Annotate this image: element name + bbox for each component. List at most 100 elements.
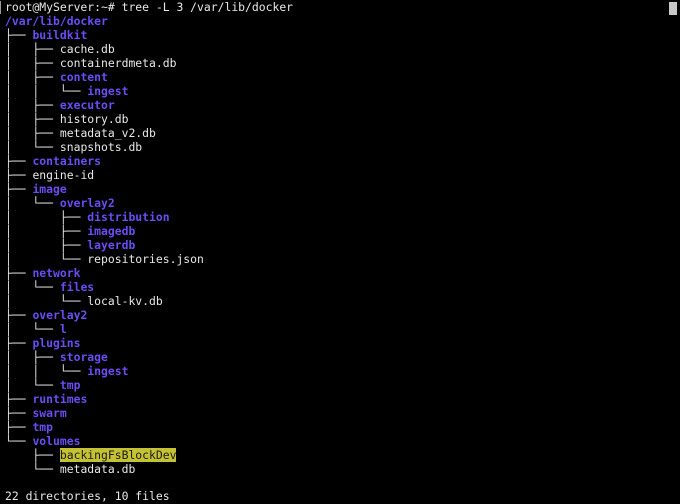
tree-branch: │ ├──: [5, 70, 60, 84]
command-line: root@MyServer:~# tree -L 3 /var/lib/dock…: [5, 0, 293, 14]
tree-branch: │ ├──: [5, 112, 60, 126]
tree-branch: ├──: [5, 28, 33, 42]
tree-line: │ └── snapshots.db: [5, 140, 142, 154]
tree-branch: ├──: [5, 336, 33, 350]
terminal-window[interactable]: root@MyServer:~# tree -L 3 /var/lib/dock…: [0, 0, 680, 504]
tree-line: ├── backingFsBlockDev: [5, 448, 177, 462]
tree-branch: │ └──: [5, 196, 60, 210]
tree-line: │ └── l: [5, 322, 67, 336]
tree-directory: image: [32, 182, 67, 196]
tree-branch: │ └──: [5, 322, 60, 336]
tree-branch: └──: [5, 434, 33, 448]
tree-line: ├── tmp: [5, 420, 53, 434]
tree-branch: ├──: [5, 308, 33, 322]
tree-line: │ ├── storage: [5, 350, 108, 364]
tree-line: ├── buildkit: [5, 28, 87, 42]
tree-line: /var/lib/docker: [5, 14, 108, 28]
tree-line: │ ├── distribution: [5, 210, 170, 224]
tree-line: └── metadata.db: [5, 462, 135, 476]
tree-line: ├── swarm: [5, 406, 67, 420]
tree-directory: /var/lib/docker: [5, 14, 108, 28]
tree-branch: ├──: [5, 266, 33, 280]
tree-line: ├── plugins: [5, 336, 80, 350]
tree-branch: │ ├──: [5, 126, 60, 140]
tree-file: metadata.db: [59, 462, 136, 476]
tree-branch: │ │ └──: [5, 84, 88, 98]
tree-line: │ ├── metadata_v2.db: [5, 126, 156, 140]
tree-branch: ├──: [5, 406, 33, 420]
tree-branch: └──: [5, 462, 60, 476]
tree-directory: ingest: [87, 364, 129, 378]
tree-directory: imagedb: [87, 224, 136, 238]
tree-line: │ ├── history.db: [5, 112, 128, 126]
tree-branch: │ └──: [5, 252, 88, 266]
tree-line: │ └── overlay2: [5, 196, 115, 210]
tree-line: │ └── files: [5, 280, 94, 294]
tree-line: │ ├── executor: [5, 98, 115, 112]
tree-file: cache.db: [59, 42, 115, 56]
tree-line: │ ├── layerdb: [5, 238, 135, 252]
tree-branch: ├──: [5, 182, 33, 196]
tree-line: │ ├── imagedb: [5, 224, 135, 238]
tree-branch: ├──: [5, 392, 33, 406]
tree-line: │ │ └── ingest: [5, 84, 128, 98]
tree-line: ├── containers: [5, 154, 101, 168]
tree-directory: content: [59, 70, 108, 84]
tree-line: ├── engine-id: [5, 168, 94, 182]
tree-directory: buildkit: [32, 28, 88, 42]
tree-branch: │ ├──: [5, 238, 88, 252]
tree-branch: ├──: [5, 448, 60, 462]
tree-directory: containers: [32, 154, 102, 168]
tree-line: │ ├── content: [5, 70, 108, 84]
tree-directory: runtimes: [32, 392, 88, 406]
tree-line: │ └── repositories.json: [5, 252, 204, 266]
tree-directory: swarm: [32, 406, 67, 420]
tree-branch: │ ├──: [5, 224, 88, 238]
tree-directory: plugins: [32, 336, 81, 350]
tree-branch: │ ├──: [5, 98, 60, 112]
tree-directory: files: [59, 280, 95, 294]
tree-directory: tmp: [32, 420, 54, 434]
tree-branch: │ ├──: [5, 350, 60, 364]
tree-file: local-kv.db: [87, 294, 163, 308]
tree-file: containerdmeta.db: [59, 56, 177, 70]
tree-line: │ ├── cache.db: [5, 42, 115, 56]
tree-branch: ├──: [5, 154, 33, 168]
tree-directory: overlay2: [59, 196, 115, 210]
tree-directory: storage: [59, 350, 108, 364]
tree-branch: │ ├──: [5, 42, 60, 56]
tree-branch: │ └──: [5, 140, 60, 154]
tree-file: engine-id: [32, 168, 95, 182]
tree-file: history.db: [59, 112, 129, 126]
tree-sticky-directory: backingFsBlockDev: [59, 448, 177, 462]
tree-branch: ├──: [5, 168, 33, 182]
tree-directory: volumes: [32, 434, 81, 448]
tree-branch: │ │ └──: [5, 364, 88, 378]
tree-directory: l: [59, 322, 67, 336]
tree-line: ├── overlay2: [5, 308, 87, 322]
tree-line: ├── network: [5, 266, 80, 280]
terminal-cursor: [669, 2, 677, 15]
tree-directory: ingest: [87, 84, 129, 98]
tree-line: └── volumes: [5, 434, 80, 448]
tree-line: │ └── tmp: [5, 378, 80, 392]
tree-branch: │ └──: [5, 280, 60, 294]
tree-branch: │ ├──: [5, 56, 60, 70]
tree-branch: │ └──: [5, 294, 88, 308]
tree-file: repositories.json: [87, 252, 204, 266]
tree-branch: │ ├──: [5, 210, 88, 224]
tree-line: │ ├── containerdmeta.db: [5, 56, 176, 70]
summary-line: 22 directories, 10 files: [5, 489, 170, 503]
tree-directory: overlay2: [32, 308, 88, 322]
tree-directory: tmp: [59, 378, 81, 392]
tree-directory: distribution: [87, 210, 170, 224]
tree-directory: executor: [59, 98, 115, 112]
tree-line: ├── image: [5, 182, 67, 196]
tree-line: │ │ └── ingest: [5, 364, 128, 378]
tree-branch: │ └──: [5, 378, 60, 392]
scroll-marker: [0, 1, 1, 14]
tree-branch: ├──: [5, 420, 33, 434]
tree-line: │ └── local-kv.db: [5, 294, 163, 308]
tree-file: snapshots.db: [59, 140, 143, 154]
tree-directory: layerdb: [87, 238, 136, 252]
